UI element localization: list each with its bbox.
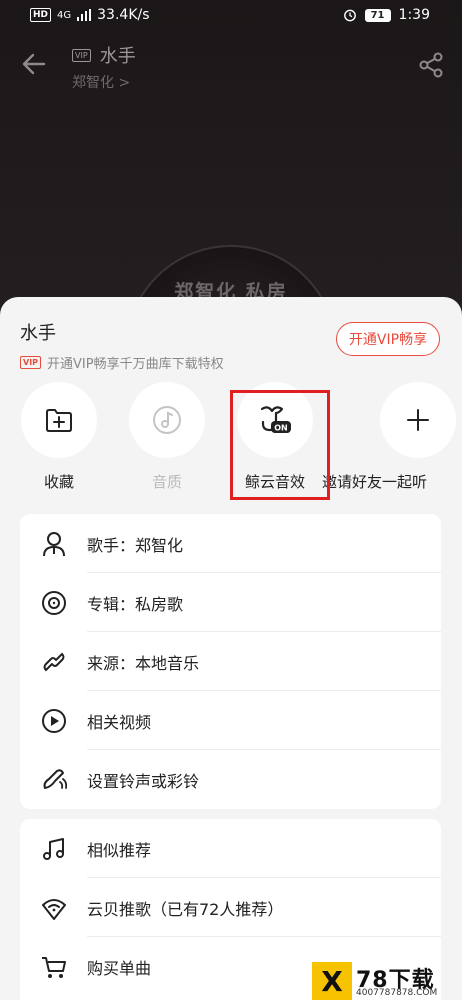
cart-icon [42,957,66,978]
action-invite-label: 邀请好友一起听 [322,473,428,491]
row-buy-single-label: 购买单曲 [87,958,152,978]
row-source[interactable]: 来源：本地音乐 [20,632,441,691]
clock: 1:39 [398,7,430,23]
music-notes-icon [43,838,64,860]
watermark-url: 4007787878.COM [356,988,438,998]
alarm-icon [343,9,356,22]
vip-promo-badge: VIP [20,356,42,369]
row-source-label: 来源：本地音乐 [87,653,200,673]
row-album[interactable]: 专辑：私房歌 [20,573,441,632]
signal-bars-icon [77,9,92,21]
add-folder-icon [46,409,72,432]
video-icon [42,709,66,733]
action-invite-listen[interactable]: 邀请好友一起听 [322,382,462,492]
row-related-video-label: 相关视频 [87,712,152,732]
player-song-title: 水手 [99,46,136,67]
row-cloud-shell-label: 云贝推歌（已有72人推荐） [87,899,284,919]
player-top-nav: VIP 水手 郑智化 > [0,32,462,96]
row-related-video[interactable]: 相关视频 [20,691,441,750]
row-ringtone[interactable]: 设置铃声或彩铃 [20,750,441,809]
row-singer-label: 歌手：郑智化 [87,535,184,555]
player-artist-link[interactable]: 郑智化 > [72,72,136,92]
album-icon [42,591,66,615]
vip-promo-text: 开通VIP畅享千万曲库下载特权 [47,357,224,372]
highlight-annotation [230,390,330,500]
back-arrow-icon[interactable] [18,48,50,80]
action-collect[interactable]: 收藏 [9,382,109,492]
row-ringtone-label: 设置铃声或彩铃 [87,771,200,791]
watermark-logo: X [312,962,352,1000]
link-icon [43,652,65,672]
collect-circle[interactable] [21,382,97,458]
network-speed: 33.4K/s [97,7,150,23]
open-vip-button[interactable]: 开通VIP畅享 [336,322,440,356]
row-similar[interactable]: 相似推荐 [20,819,441,878]
plus-icon [407,409,429,431]
site-watermark: X 78下载 4007787878.COM [312,962,462,1000]
player-song-header: VIP 水手 郑智化 > [72,42,136,92]
invite-circle[interactable] [380,382,456,458]
song-info-card: 歌手：郑智化 专辑：私房歌 来源：本地音乐 相关视频 设置铃声或彩铃 [20,514,441,809]
quality-circle[interactable] [129,382,205,458]
row-similar-label: 相似推荐 [87,840,152,860]
quality-icon [153,406,181,434]
row-singer[interactable]: 歌手：郑智化 [20,514,441,573]
signal-indicator: 4G [57,9,72,21]
battery-indicator: 71 [364,8,391,22]
share-icon[interactable] [416,50,446,80]
ringtone-icon [43,769,68,789]
status-bar: HD 4G 33.4K/s 71 1:39 [0,0,462,32]
song-options-sheet: 水手 VIP 开通VIP畅享千万曲库下载特权 开通VIP畅享 收藏 音质 ON … [0,297,462,1000]
row-album-label: 专辑：私房歌 [87,594,184,614]
action-quality-label: 音质 [151,473,182,491]
singer-icon [43,532,65,557]
vip-badge: VIP [72,48,91,62]
cloud-shell-icon [42,899,66,920]
row-cloud-shell[interactable]: 云贝推歌（已有72人推荐） [20,878,441,937]
action-collect-label: 收藏 [43,473,74,491]
action-quality[interactable]: 音质 [117,382,217,492]
hd-indicator: HD [30,8,52,22]
